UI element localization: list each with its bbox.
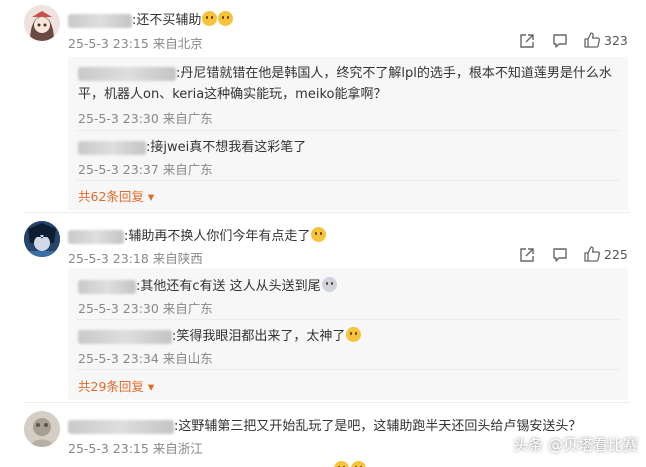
share-icon[interactable] [518, 246, 536, 264]
avatar[interactable] [24, 411, 60, 447]
view-more-label: 共62条回复 [78, 189, 144, 204]
view-more-replies[interactable]: 共29条回复 ▾ [78, 376, 154, 395]
reply-text: :笑得我眼泪都出来了，太神了 [172, 329, 346, 344]
username-blurred[interactable] [68, 419, 174, 434]
emoji-icon [351, 461, 366, 467]
divider [76, 130, 620, 131]
comment-text-row: :辅助再不换人你们今年有点走了 [68, 225, 327, 244]
emoji-icon [321, 277, 337, 292]
divider [76, 319, 620, 320]
username-blurred[interactable] [68, 13, 132, 28]
avatar-image [24, 5, 60, 41]
view-more-replies[interactable]: 共62条回复 ▾ [78, 186, 154, 205]
reply-text: :接jwei真不想我看这彩笔了 [146, 140, 307, 155]
username-blurred[interactable] [78, 329, 172, 344]
username-blurred[interactable] [78, 279, 136, 294]
comment-text: :还不买辅助 [132, 13, 202, 28]
avatar[interactable] [24, 5, 60, 41]
username-blurred[interactable] [68, 229, 124, 244]
comment-meta: 25-5-3 23:15 来自浙江 [68, 441, 203, 456]
like-icon[interactable] [583, 31, 601, 49]
reply-meta: 25-5-3 23:37 来自广东 [78, 162, 213, 177]
reply-text: :其他还有c有送 这人从头送到尾 [136, 279, 321, 294]
emoji-icon [334, 461, 349, 467]
comment-text: :辅助再不换人你们今年有点走了 [124, 229, 311, 244]
emoji-icon [202, 11, 218, 26]
divider [76, 180, 620, 181]
view-more-label: 共29条回复 [78, 379, 144, 394]
divider [76, 369, 620, 370]
reply-text-row: :笑得我眼泪都出来了，太神了 [78, 325, 362, 344]
avatar[interactable] [24, 221, 60, 257]
reply-meta: 25-5-3 23:34 来自山东 [78, 351, 213, 366]
comment-meta: 25-5-3 23:18 来自陕西 [68, 251, 203, 266]
watermark: 头条 @贝塔看比赛 [513, 436, 638, 454]
username-blurred[interactable] [78, 140, 146, 155]
reply-text: :丹尼错就错在他是韩国人，终究不了解lpl的选手，根本不知道莲男是什么水 [176, 66, 612, 81]
comment-text-row: :还不买辅助 [68, 9, 234, 28]
username-blurred[interactable] [78, 66, 176, 81]
like-icon[interactable] [583, 245, 601, 263]
emoji-icon [218, 11, 234, 26]
emoji-icon [346, 327, 362, 342]
reply-meta: 25-5-3 23:30 来自广东 [78, 301, 213, 316]
comment-icon[interactable] [551, 32, 569, 50]
emoji-icon [311, 227, 327, 242]
chevron-down-icon: ▾ [147, 189, 155, 204]
reply-text-row: :接jwei真不想我看这彩笔了 [78, 136, 306, 155]
reply-meta: 25-5-3 23:30 来自广东 [78, 111, 213, 126]
reply-text-row: :丹尼错就错在他是韩国人，终究不了解lpl的选手，根本不知道莲男是什么水 [78, 62, 612, 81]
comment-text-row: :这野辅第三把又开始乱玩了是吧，这辅助跑半天还回头给卢锡安送头？ [68, 415, 581, 434]
like-count: 323 [604, 33, 628, 48]
chevron-down-icon: ▾ [147, 379, 155, 394]
comment-icon[interactable] [551, 246, 569, 264]
reply-text-row: :其他还有c有送 这人从头送到尾 [78, 275, 337, 294]
avatar-image [24, 411, 60, 447]
like-count: 225 [604, 247, 628, 262]
divider [24, 402, 630, 403]
avatar-image [24, 221, 60, 257]
share-icon[interactable] [518, 32, 536, 50]
comment-text: :这野辅第三把又开始乱玩了是吧，这辅助跑半天还回头给卢锡安送头？ [174, 419, 582, 434]
comment-meta: 25-5-3 23:15 来自北京 [68, 36, 203, 51]
reply-text-cont: 平，机器人on、keria这种确实能玩，meiko能拿啊？ [78, 87, 387, 102]
divider [24, 212, 630, 213]
